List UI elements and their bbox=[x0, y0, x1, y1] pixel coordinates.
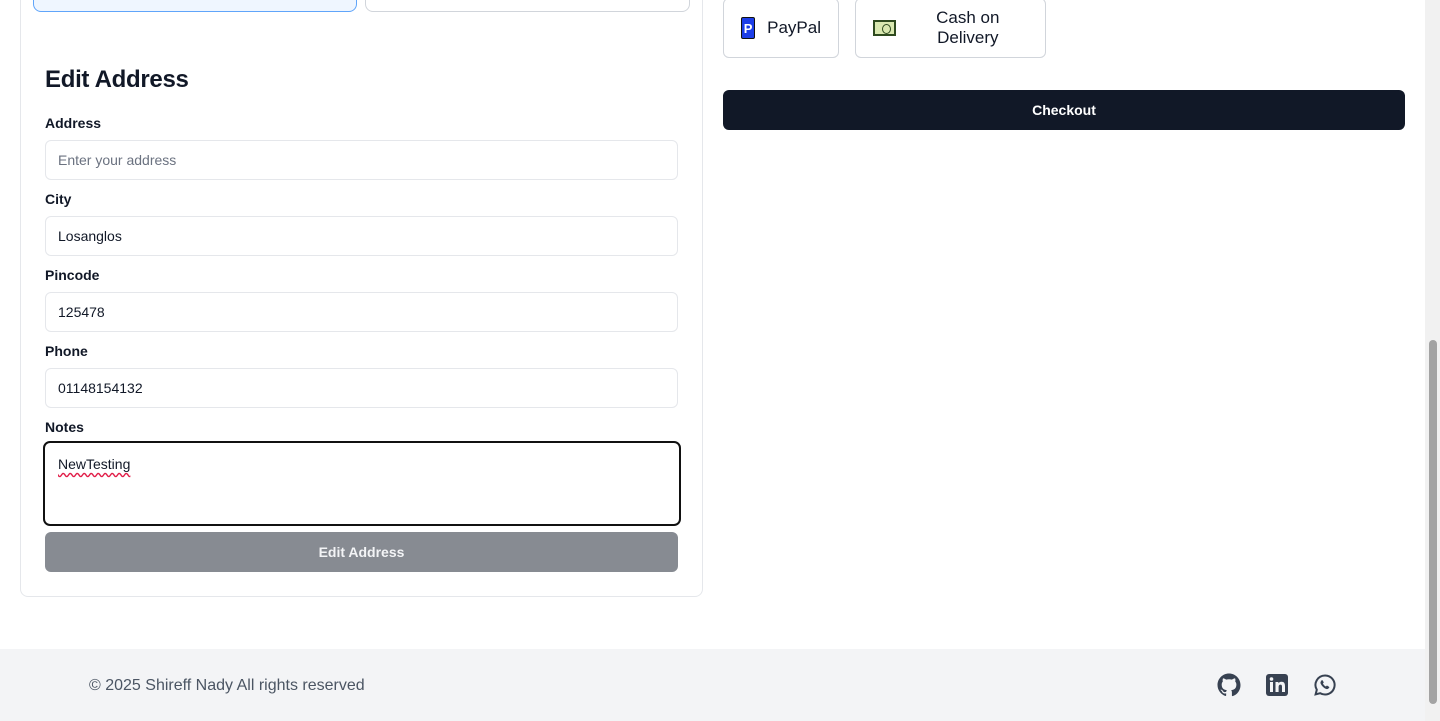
footer: © 2025 Shireff Nady All rights reserved bbox=[0, 649, 1425, 721]
scrollbar-thumb[interactable] bbox=[1429, 340, 1437, 704]
payment-cod-label: Cash on Delivery bbox=[936, 8, 1000, 47]
saved-address-option[interactable] bbox=[365, 0, 690, 12]
linkedin-icon[interactable] bbox=[1265, 673, 1289, 697]
pincode-label: Pincode bbox=[45, 267, 100, 283]
checkout-button[interactable]: Checkout bbox=[723, 90, 1405, 130]
cash-icon bbox=[873, 20, 896, 36]
checkout-page: Edit Address Address City Pincode Phone … bbox=[0, 0, 1440, 721]
saved-address-selected[interactable] bbox=[33, 0, 357, 12]
notes-textarea[interactable]: NewTesting bbox=[43, 441, 681, 526]
notes-value: NewTesting bbox=[58, 456, 131, 472]
payment-cod-button[interactable]: Cash on Delivery bbox=[855, 0, 1046, 58]
page-scrollbar[interactable] bbox=[1425, 0, 1440, 721]
edit-address-button[interactable]: Edit Address bbox=[45, 532, 678, 572]
whatsapp-icon[interactable] bbox=[1313, 673, 1337, 697]
address-label: Address bbox=[45, 115, 102, 131]
github-icon[interactable] bbox=[1217, 673, 1241, 697]
pincode-input[interactable] bbox=[45, 292, 678, 332]
notes-label: Notes bbox=[45, 419, 84, 435]
payment-paypal-button[interactable]: P PayPal bbox=[723, 0, 839, 58]
payment-paypal-label: PayPal bbox=[767, 18, 821, 37]
paypal-icon: P bbox=[741, 17, 756, 39]
edit-address-title: Edit Address bbox=[45, 66, 189, 93]
city-label: City bbox=[45, 191, 72, 207]
address-input[interactable] bbox=[45, 140, 678, 180]
city-input[interactable] bbox=[45, 216, 678, 256]
phone-input[interactable] bbox=[45, 368, 678, 408]
phone-label: Phone bbox=[45, 343, 88, 359]
copyright-text: © 2025 Shireff Nady All rights reserved bbox=[89, 677, 365, 694]
